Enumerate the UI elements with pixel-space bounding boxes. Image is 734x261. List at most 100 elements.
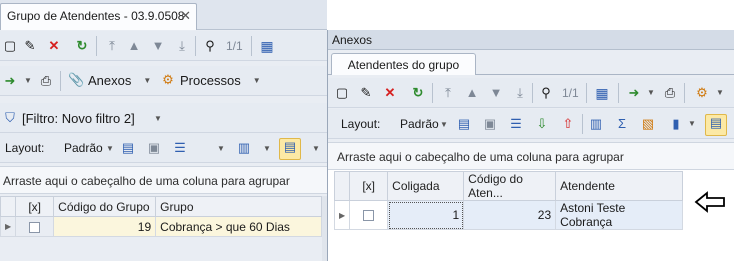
print-icon[interactable]: ⎙: [38, 73, 54, 89]
chevron-down-icon[interactable]: ▼: [263, 144, 271, 153]
layout-save-icon[interactable]: ▤: [456, 116, 472, 132]
grid-header-row: [x] Coligada Código do Aten... Atendente: [333, 171, 683, 201]
report-icon[interactable]: ▧: [640, 116, 656, 132]
panel-title: Anexos: [332, 33, 373, 47]
toolbar-separator: [684, 83, 685, 103]
new-icon[interactable]: ▢: [334, 85, 350, 101]
tab-attendants[interactable]: Atendentes do grupo: [331, 53, 476, 75]
row-checkbox[interactable]: [363, 210, 375, 222]
table-row[interactable]: ▶ 19 Cobrança > que 60 Dias: [0, 216, 322, 237]
next-record-icon[interactable]: ▼: [488, 85, 504, 101]
layout-list-icon[interactable]: ☰: [172, 140, 188, 156]
chevron-down-icon: ▼: [252, 75, 261, 85]
chevron-down-icon[interactable]: ▼: [716, 88, 724, 97]
gears-icon[interactable]: ⚙: [694, 85, 710, 101]
columns-icon[interactable]: ▥: [236, 140, 252, 156]
chevron-down-icon[interactable]: ▼: [440, 120, 448, 129]
toolbar-separator: [251, 36, 252, 56]
annexes-button[interactable]: 📎 Anexos ▼: [68, 72, 151, 88]
table-row[interactable]: ▶ 1 23 Astoni Teste Cobrança: [333, 200, 683, 230]
last-record-icon[interactable]: ⤓: [512, 85, 528, 101]
layout-list-icon[interactable]: ☰: [508, 116, 524, 132]
select-cell: [349, 200, 389, 230]
coligada-cell[interactable]: 1: [387, 200, 465, 230]
grid-view-icon[interactable]: ▦: [594, 85, 610, 101]
columns-icon[interactable]: ▥: [588, 116, 604, 132]
actions-toolbar: ➜ ▼ ⎙ 📎 Anexos ▼ ⚙ Processos ▼: [0, 66, 327, 96]
binoculars-icon[interactable]: ⚲: [538, 85, 554, 101]
refresh-icon[interactable]: ↻: [410, 85, 426, 101]
edit-icon[interactable]: ✎: [358, 85, 374, 101]
column-header-attendant-code[interactable]: Código do Aten...: [463, 171, 557, 201]
binoculars-icon[interactable]: ⚲: [202, 38, 218, 54]
toolbar-separator: [96, 36, 97, 56]
grid-view-icon[interactable]: ▦: [259, 38, 275, 54]
column-header-coligada[interactable]: Coligada: [387, 171, 465, 201]
record-counter: 1/1: [226, 39, 243, 53]
chart-icon[interactable]: ▮: [668, 116, 684, 132]
processes-button[interactable]: ⚙ Processos ▼: [160, 72, 261, 88]
next-record-icon[interactable]: ▼: [150, 38, 166, 54]
close-icon[interactable]: ✕: [180, 8, 191, 24]
column-header-group-code[interactable]: Código do Grupo: [53, 196, 157, 217]
import-icon[interactable]: ⇩: [534, 116, 550, 132]
edit-icon[interactable]: ✎: [22, 38, 38, 54]
last-record-icon[interactable]: ⤓: [174, 38, 190, 54]
group-by-area[interactable]: Arraste aqui o cabeçalho de uma coluna p…: [328, 142, 734, 170]
filter-selector[interactable]: [Filtro: Novo filtro 2]: [22, 111, 135, 126]
sum-icon[interactable]: Σ: [614, 116, 630, 132]
layout-delete-icon[interactable]: ▣: [482, 116, 498, 132]
group-code-cell[interactable]: 19: [53, 216, 157, 237]
export-up-icon[interactable]: ⇧: [560, 116, 576, 132]
chevron-down-icon[interactable]: ▼: [312, 144, 320, 153]
annexes-panel: Anexos Atendentes do grupo ▢ ✎ ✕ ↻ ⤒ ▲ ▼…: [327, 30, 734, 261]
refresh-icon[interactable]: ↻: [74, 38, 90, 54]
first-record-icon[interactable]: ⤒: [440, 85, 456, 101]
group-name-cell[interactable]: Cobrança > que 60 Dias: [155, 216, 322, 237]
layout-selector[interactable]: Padrão: [64, 141, 103, 155]
attendants-grid: [x] Coligada Código do Aten... Atendente…: [333, 171, 683, 230]
toolbar-separator: [618, 83, 619, 103]
column-header-attendant[interactable]: Atendente: [555, 171, 683, 201]
delete-icon[interactable]: ✕: [46, 38, 62, 54]
attendant-name-cell[interactable]: Astoni Teste Cobrança: [555, 200, 683, 230]
group-by-area[interactable]: Arraste aqui o cabeçalho de uma coluna p…: [0, 166, 327, 194]
group-by-hint: Arraste aqui o cabeçalho de uma coluna p…: [337, 150, 624, 164]
row-checkbox[interactable]: [29, 221, 41, 233]
grid-mode-icon[interactable]: ▤: [705, 114, 727, 136]
print-icon[interactable]: ⎙: [662, 85, 678, 101]
delete-icon[interactable]: ✕: [382, 85, 398, 101]
toolbar-separator: [582, 114, 583, 134]
export-icon[interactable]: ➜: [626, 85, 642, 101]
toolbar-separator: [432, 83, 433, 103]
record-counter: 1/1: [562, 86, 579, 100]
layout-delete-icon[interactable]: ▣: [146, 140, 162, 156]
chevron-down-icon[interactable]: ▼: [217, 144, 225, 153]
group-by-hint: Arraste aqui o cabeçalho de uma coluna p…: [3, 174, 290, 188]
row-indicator-header: [333, 171, 351, 201]
document-tab[interactable]: Grupo de Atendentes - 03.9.0508 ✕: [0, 3, 197, 30]
chevron-down-icon[interactable]: ▼: [647, 88, 655, 97]
chevron-down-icon[interactable]: ▼: [688, 119, 696, 128]
attendant-code-cell[interactable]: 23: [463, 200, 557, 230]
export-icon[interactable]: ➜: [2, 73, 18, 89]
left-window: Grupo de Atendentes - 03.9.0508 ✕ ▢ ✎ ✕ …: [0, 0, 327, 261]
filter-icon[interactable]: ⛉: [2, 110, 18, 126]
chevron-down-icon[interactable]: ▼: [154, 114, 162, 123]
previous-record-icon[interactable]: ▲: [464, 85, 480, 101]
layout-selector[interactable]: Padrão: [400, 117, 439, 131]
new-icon[interactable]: ▢: [2, 38, 18, 54]
column-header-select[interactable]: [x]: [15, 196, 55, 217]
grid-mode-icon[interactable]: ▤: [279, 138, 301, 160]
chevron-down-icon: ▼: [143, 75, 152, 85]
column-header-select[interactable]: [x]: [349, 171, 389, 201]
layout-save-icon[interactable]: ▤: [120, 140, 136, 156]
row-indicator-header: [0, 196, 17, 217]
navigation-toolbar: ▢ ✎ ✕ ↻ ⤒ ▲ ▼ ⤓ ⚲ 1/1 ▦: [0, 31, 327, 61]
chevron-down-icon[interactable]: ▼: [106, 144, 114, 153]
first-record-icon[interactable]: ⤒: [104, 38, 120, 54]
toolbar-separator: [586, 83, 587, 103]
previous-record-icon[interactable]: ▲: [126, 38, 142, 54]
chevron-down-icon[interactable]: ▼: [24, 76, 32, 85]
column-header-group[interactable]: Grupo: [155, 196, 322, 217]
